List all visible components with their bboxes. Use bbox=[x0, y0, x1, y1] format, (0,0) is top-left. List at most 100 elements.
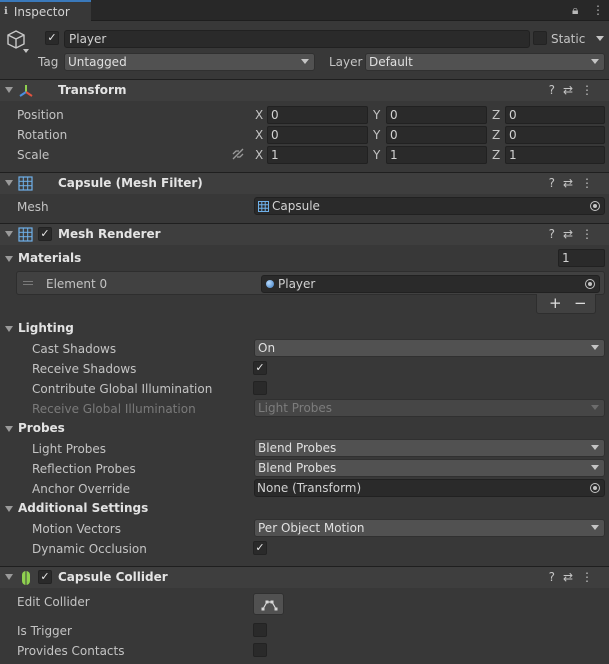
additional-settings-foldout[interactable] bbox=[5, 506, 13, 512]
contribute-gi-label: Contribute Global Illumination bbox=[32, 382, 213, 396]
scale-y-field[interactable]: 1 bbox=[386, 146, 487, 164]
static-dropdown-arrow[interactable] bbox=[596, 36, 604, 41]
position-x-field[interactable]: 0 bbox=[267, 106, 368, 124]
constrain-proportions-icon[interactable] bbox=[231, 147, 245, 164]
cast-shadows-value: On bbox=[258, 341, 276, 355]
layer-label: Layer bbox=[329, 55, 363, 69]
material-icon bbox=[266, 280, 274, 288]
transform-header[interactable]: Transform ?⇄⋮ bbox=[0, 79, 609, 101]
light-probes-dropdown[interactable]: Blend Probes bbox=[254, 439, 605, 457]
icon-dropdown-arrow[interactable] bbox=[23, 49, 29, 53]
mesh-renderer-header[interactable]: ✓ Mesh Renderer ?⇄⋮ bbox=[0, 223, 609, 245]
edit-collider-icon bbox=[261, 600, 278, 611]
tab-inspector-label: Inspector bbox=[13, 4, 70, 19]
motion-vectors-dropdown[interactable]: Per Object Motion bbox=[254, 519, 605, 537]
cast-shadows-label: Cast Shadows bbox=[32, 342, 117, 356]
mesh-renderer-enabled-toggle[interactable]: ✓ bbox=[38, 227, 52, 241]
mesh-filter-header[interactable]: Capsule (Mesh Filter) ?⇄⋮ bbox=[0, 172, 609, 194]
probes-foldout[interactable] bbox=[5, 426, 13, 432]
rotation-z-label[interactable]: Z bbox=[492, 128, 500, 142]
component-menu-icon[interactable]: ⋮ bbox=[581, 83, 601, 97]
layer-value: Default bbox=[369, 55, 413, 69]
position-z-label[interactable]: Z bbox=[492, 108, 500, 122]
tab-bar: ℹ Inspector 🔒︎ ⋮ bbox=[0, 0, 609, 21]
lighting-label: Lighting bbox=[18, 321, 74, 335]
foldout-arrow[interactable] bbox=[5, 180, 13, 186]
receive-shadows-checkbox[interactable]: ✓ bbox=[253, 361, 267, 375]
rotation-y-field[interactable]: 0 bbox=[386, 126, 487, 144]
component-menu-icon[interactable]: ⋮ bbox=[581, 176, 601, 190]
light-probes-label: Light Probes bbox=[32, 442, 107, 456]
light-probes-value: Blend Probes bbox=[258, 441, 337, 455]
lock-icon[interactable]: 🔒︎ bbox=[572, 3, 578, 18]
component-tools: ?⇄⋮ bbox=[549, 83, 601, 97]
dynamic-occlusion-checkbox[interactable]: ✓ bbox=[253, 541, 267, 555]
presets-icon[interactable]: ⇄ bbox=[563, 570, 581, 584]
foldout-arrow[interactable] bbox=[5, 87, 13, 93]
scale-y-label[interactable]: Y bbox=[373, 148, 380, 162]
component-tools: ?⇄⋮ bbox=[549, 227, 601, 241]
component-menu-icon[interactable]: ⋮ bbox=[581, 227, 601, 241]
element-0-label: Element 0 bbox=[46, 277, 108, 291]
edit-collider-button[interactable] bbox=[253, 593, 284, 615]
help-icon[interactable]: ? bbox=[549, 227, 563, 241]
position-x-label[interactable]: X bbox=[255, 108, 263, 122]
scale-x-label[interactable]: X bbox=[255, 148, 263, 162]
object-picker-icon[interactable] bbox=[590, 201, 600, 211]
receive-gi-label: Receive Global Illumination bbox=[32, 402, 196, 416]
component-menu-icon[interactable]: ⋮ bbox=[581, 570, 601, 584]
motion-vectors-label: Motion Vectors bbox=[32, 522, 121, 536]
object-picker-icon[interactable] bbox=[585, 279, 595, 289]
help-icon[interactable]: ? bbox=[549, 83, 563, 97]
is-trigger-label: Is Trigger bbox=[17, 624, 72, 638]
inspector-window: ℹ Inspector 🔒︎ ⋮ ✓ Player Static Tag Unt… bbox=[0, 0, 609, 664]
static-label: Static bbox=[551, 32, 586, 46]
materials-count-field[interactable]: 1 bbox=[558, 249, 605, 267]
tag-dropdown[interactable]: Untagged bbox=[64, 53, 315, 71]
provides-contacts-checkbox[interactable] bbox=[253, 643, 267, 657]
component-tools: ?⇄⋮ bbox=[549, 176, 601, 190]
tab-inspector[interactable]: ℹ Inspector bbox=[0, 0, 91, 21]
kebab-menu-icon[interactable]: ⋮ bbox=[592, 3, 604, 17]
position-label: Position bbox=[17, 108, 64, 122]
help-icon[interactable]: ? bbox=[549, 570, 563, 584]
object-name-field[interactable]: Player bbox=[64, 30, 530, 48]
rotation-x-field[interactable]: 0 bbox=[267, 126, 368, 144]
materials-foldout[interactable] bbox=[5, 256, 13, 262]
capsule-collider-enabled-toggle[interactable]: ✓ bbox=[38, 570, 52, 584]
static-checkbox[interactable] bbox=[533, 31, 547, 45]
reflection-probes-dropdown[interactable]: Blend Probes bbox=[254, 459, 605, 477]
mesh-renderer-title: Mesh Renderer bbox=[58, 227, 161, 241]
scale-z-label[interactable]: Z bbox=[492, 148, 500, 162]
rotation-x-label[interactable]: X bbox=[255, 128, 263, 142]
add-element-button[interactable]: + bbox=[549, 294, 562, 312]
capsule-collider-header[interactable]: ✓ Capsule Collider ?⇄⋮ bbox=[0, 566, 609, 588]
scale-z-field[interactable]: 1 bbox=[505, 146, 605, 164]
position-z-field[interactable]: 0 bbox=[505, 106, 605, 124]
position-y-field[interactable]: 0 bbox=[386, 106, 487, 124]
capsule-collider-icon bbox=[20, 570, 32, 589]
position-y-label[interactable]: Y bbox=[373, 108, 380, 122]
anchor-override-field[interactable]: None (Transform) bbox=[254, 479, 605, 497]
remove-element-button[interactable]: − bbox=[574, 294, 587, 312]
rotation-z-field[interactable]: 0 bbox=[505, 126, 605, 144]
presets-icon[interactable]: ⇄ bbox=[563, 176, 581, 190]
presets-icon[interactable]: ⇄ bbox=[563, 83, 581, 97]
foldout-arrow[interactable] bbox=[5, 574, 13, 580]
rotation-y-label[interactable]: Y bbox=[373, 128, 380, 142]
active-toggle[interactable]: ✓ bbox=[45, 31, 59, 45]
receive-shadows-label: Receive Shadows bbox=[32, 362, 137, 376]
drag-handle-icon[interactable] bbox=[23, 281, 33, 285]
layer-dropdown[interactable]: Default bbox=[365, 53, 605, 71]
mesh-object-field[interactable]: Capsule bbox=[254, 197, 605, 215]
foldout-arrow[interactable] bbox=[5, 231, 13, 237]
help-icon[interactable]: ? bbox=[549, 176, 563, 190]
cast-shadows-dropdown[interactable]: On bbox=[254, 339, 605, 357]
contribute-gi-checkbox[interactable] bbox=[253, 381, 267, 395]
material-object-field[interactable]: Player bbox=[261, 275, 600, 293]
is-trigger-checkbox[interactable] bbox=[253, 623, 267, 637]
lighting-foldout[interactable] bbox=[5, 326, 13, 332]
scale-x-field[interactable]: 1 bbox=[267, 146, 368, 164]
presets-icon[interactable]: ⇄ bbox=[563, 227, 581, 241]
object-picker-icon[interactable] bbox=[590, 483, 600, 493]
